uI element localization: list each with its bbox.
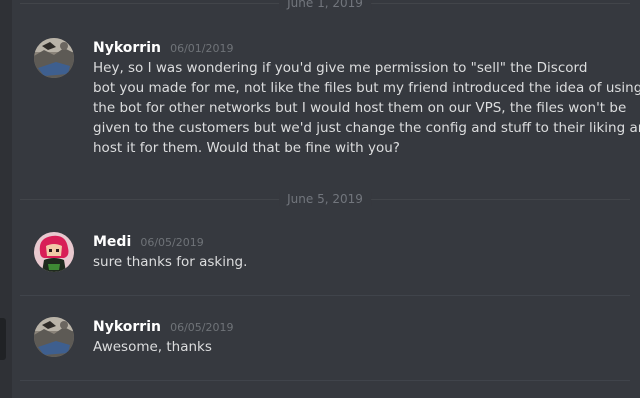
- scrollbar-thumb[interactable]: [0, 318, 6, 360]
- message-content: Awesome, thanks: [93, 337, 636, 357]
- message-item[interactable]: Medi 06/05/2019 sure thanks for asking.: [34, 232, 636, 282]
- message-line: Awesome, thanks: [93, 339, 212, 355]
- date-divider: June 1, 2019: [20, 0, 630, 10]
- message-item[interactable]: Nykorrin 06/05/2019 Awesome, thanks: [34, 317, 636, 367]
- message-line: the bot for other networks but I would h…: [93, 100, 627, 116]
- username[interactable]: Nykorrin: [93, 319, 161, 335]
- date-divider-label: June 1, 2019: [279, 0, 371, 10]
- message-timestamp: 06/05/2019: [140, 236, 204, 249]
- message-content: sure thanks for asking.: [93, 252, 636, 272]
- message-line: Hey, so I was wondering if you'd give me…: [93, 60, 588, 76]
- message-timestamp: 06/01/2019: [170, 42, 234, 55]
- landscape-avatar-icon[interactable]: [34, 38, 74, 78]
- message-separator: [20, 380, 630, 381]
- left-panel-edge: [0, 0, 12, 398]
- message-line: given to the customers but we'd just cha…: [93, 120, 640, 136]
- message-timestamp: 06/05/2019: [170, 321, 234, 334]
- message-separator: [20, 295, 630, 296]
- message-line: bot you made for me, not like the files …: [93, 80, 640, 96]
- username[interactable]: Nykorrin: [93, 40, 161, 56]
- chat-message-area[interactable]: June 1, 2019 Nykorrin 06/01/2019 Hey, so…: [0, 0, 640, 398]
- date-divider: June 5, 2019: [20, 192, 630, 206]
- red-haired-character-avatar-icon[interactable]: [34, 232, 74, 272]
- message-item[interactable]: Nykorrin 06/01/2019 Hey, so I was wonder…: [34, 38, 640, 178]
- date-divider-label: June 5, 2019: [279, 192, 371, 206]
- message-line: host it for them. Would that be fine wit…: [93, 140, 400, 156]
- message-content: Hey, so I was wondering if you'd give me…: [93, 58, 640, 158]
- username[interactable]: Medi: [93, 234, 131, 250]
- landscape-avatar-icon[interactable]: [34, 317, 74, 357]
- message-line: sure thanks for asking.: [93, 254, 248, 270]
